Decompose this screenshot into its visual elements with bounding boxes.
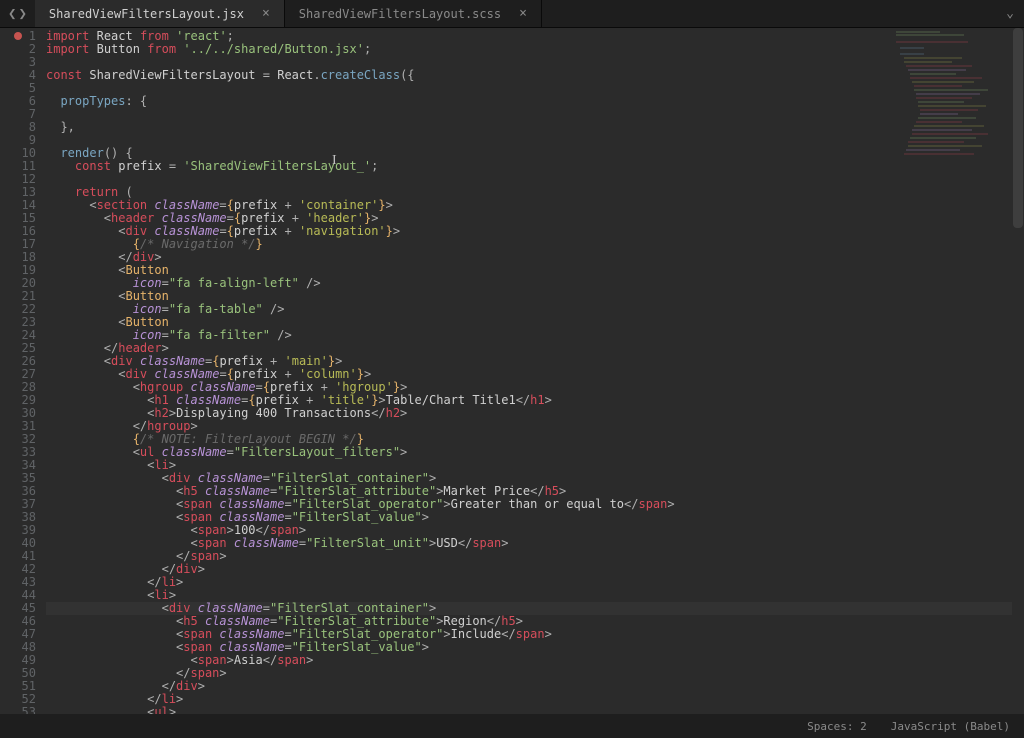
code-line[interactable]: </li> <box>46 576 1024 589</box>
nav-back-icon[interactable]: ❮ <box>8 6 16 22</box>
code-line[interactable]: {/* Navigation */} <box>46 238 1024 251</box>
code-line[interactable]: const prefix = 'SharedViewFiltersLayout_… <box>46 160 1024 173</box>
tab-label: SharedViewFiltersLayout.jsx <box>49 7 244 21</box>
tab-0[interactable]: SharedViewFiltersLayout.jsx × <box>35 0 285 27</box>
gutter: 1234567891011121314151617181920212223242… <box>0 28 46 714</box>
code-line[interactable] <box>46 108 1024 121</box>
code-line[interactable]: propTypes: { <box>46 95 1024 108</box>
code-line[interactable]: icon="fa fa-align-left" /> <box>46 277 1024 290</box>
code-line[interactable]: </div> <box>46 563 1024 576</box>
text-cursor: I <box>332 153 337 169</box>
code-line[interactable]: <ul className="FiltersLayout_filters"> <box>46 446 1024 459</box>
scrollbar[interactable] <box>1012 28 1024 714</box>
code[interactable]: import React from 'react';import Button … <box>46 28 1024 714</box>
status-bar: Spaces: 2 JavaScript (Babel) <box>0 714 1024 738</box>
status-language[interactable]: JavaScript (Babel) <box>891 720 1010 733</box>
tab-label: SharedViewFiltersLayout.scss <box>299 7 501 21</box>
code-line[interactable]: const SharedViewFiltersLayout = React.cr… <box>46 69 1024 82</box>
code-line[interactable] <box>46 82 1024 95</box>
code-line[interactable]: </div> <box>46 251 1024 264</box>
code-line[interactable] <box>46 134 1024 147</box>
code-line[interactable]: </li> <box>46 693 1024 706</box>
breakpoint-icon[interactable] <box>14 32 22 40</box>
nav-forward-icon[interactable]: ❯ <box>18 6 26 22</box>
status-indent[interactable]: Spaces: 2 <box>807 720 867 733</box>
code-line[interactable]: icon="fa fa-filter" /> <box>46 329 1024 342</box>
panel-collapse-icon[interactable]: ⌄ <box>996 6 1024 21</box>
code-line[interactable]: icon="fa fa-table" /> <box>46 303 1024 316</box>
close-icon[interactable]: × <box>262 6 270 21</box>
scrollbar-thumb[interactable] <box>1013 28 1023 228</box>
code-line[interactable] <box>46 173 1024 186</box>
tab-1[interactable]: SharedViewFiltersLayout.scss × <box>285 0 542 27</box>
top-bar: ❮ ❯ SharedViewFiltersLayout.jsx×SharedVi… <box>0 0 1024 28</box>
nav-arrows: ❮ ❯ <box>0 6 35 22</box>
code-line[interactable]: }, <box>46 121 1024 134</box>
close-icon[interactable]: × <box>519 6 527 21</box>
tabs: SharedViewFiltersLayout.jsx×SharedViewFi… <box>35 0 996 27</box>
code-line[interactable]: import Button from '../../shared/Button.… <box>46 43 1024 56</box>
editor-area[interactable]: 1234567891011121314151617181920212223242… <box>0 28 1024 714</box>
code-line[interactable]: </div> <box>46 680 1024 693</box>
